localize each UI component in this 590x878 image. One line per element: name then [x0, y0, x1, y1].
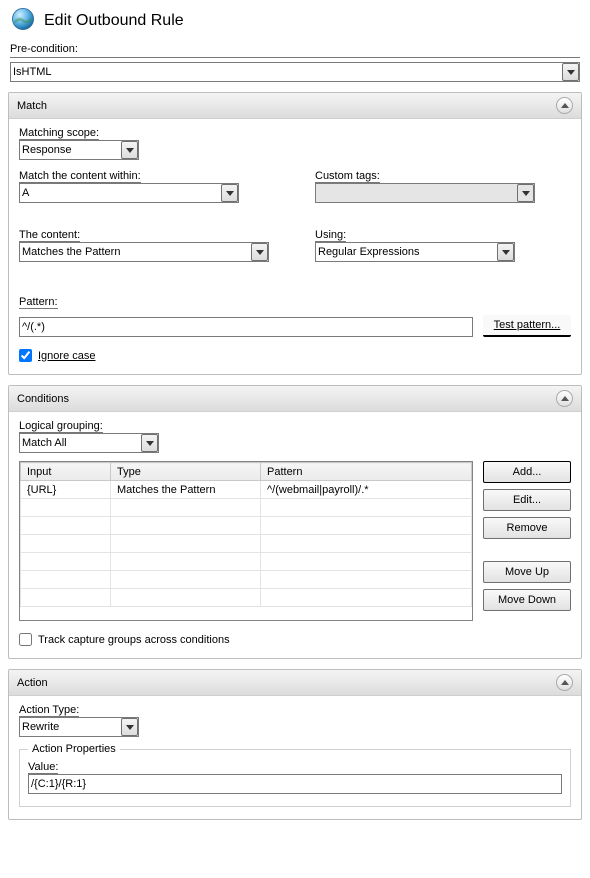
match-section: Match Matching scope: Match the content …	[8, 92, 582, 375]
pattern-input[interactable]	[19, 317, 473, 337]
conditions-section: Conditions Logical grouping: Input Type …	[8, 385, 582, 659]
precondition-select[interactable]	[10, 62, 580, 82]
custom-tags-select	[315, 183, 535, 203]
collapse-button[interactable]	[556, 97, 573, 114]
pattern-label: Pattern:	[19, 296, 58, 308]
col-input[interactable]: Input	[21, 463, 111, 481]
using-select[interactable]	[315, 242, 515, 262]
conditions-header: Conditions	[17, 393, 69, 405]
col-pattern[interactable]: Pattern	[261, 463, 472, 481]
edit-button[interactable]: Edit...	[483, 489, 571, 511]
col-type[interactable]: Type	[111, 463, 261, 481]
cell-input: {URL}	[21, 481, 111, 499]
ignore-case-label: Ignore case	[38, 350, 95, 362]
value-input[interactable]	[28, 774, 562, 794]
ignore-case-checkbox[interactable]	[19, 349, 32, 362]
move-up-button[interactable]: Move Up	[483, 561, 571, 583]
remove-button[interactable]: Remove	[483, 517, 571, 539]
value-label: Value:	[28, 761, 58, 773]
cell-pattern: ^/(webmail|payroll)/.*	[261, 481, 472, 499]
match-header: Match	[17, 100, 47, 112]
content-within-label: Match the content within:	[19, 170, 141, 182]
the-content-select[interactable]	[19, 242, 269, 262]
track-capture-label: Track capture groups across conditions	[38, 634, 230, 646]
conditions-table[interactable]: Input Type Pattern {URL} Matches the Pat…	[20, 462, 472, 607]
logical-grouping-select[interactable]	[19, 433, 159, 453]
action-properties-legend: Action Properties	[28, 743, 120, 755]
collapse-button[interactable]	[556, 674, 573, 691]
collapse-button[interactable]	[556, 390, 573, 407]
custom-tags-label: Custom tags:	[315, 170, 380, 182]
precondition-label: Pre-condition:	[10, 43, 580, 55]
add-button[interactable]: Add...	[483, 461, 571, 483]
action-type-label: Action Type:	[19, 704, 79, 716]
cell-type: Matches the Pattern	[111, 481, 261, 499]
globe-icon	[10, 6, 36, 35]
scope-label: Matching scope:	[19, 127, 99, 140]
action-section: Action Action Type: Action Properties Va…	[8, 669, 582, 820]
logical-grouping-label: Logical grouping:	[19, 420, 103, 432]
the-content-label: The content:	[19, 229, 80, 241]
using-label: Using:	[315, 229, 346, 241]
scope-select[interactable]	[19, 140, 139, 160]
action-properties-fieldset: Action Properties Value:	[19, 743, 571, 807]
page-title: Edit Outbound Rule	[44, 12, 184, 30]
content-within-select[interactable]	[19, 183, 239, 203]
test-pattern-button[interactable]: Test pattern...	[483, 315, 571, 337]
action-type-select[interactable]	[19, 717, 139, 737]
action-header: Action	[17, 677, 48, 689]
table-row[interactable]: {URL} Matches the Pattern ^/(webmail|pay…	[21, 481, 472, 499]
track-capture-checkbox[interactable]	[19, 633, 32, 646]
move-down-button[interactable]: Move Down	[483, 589, 571, 611]
